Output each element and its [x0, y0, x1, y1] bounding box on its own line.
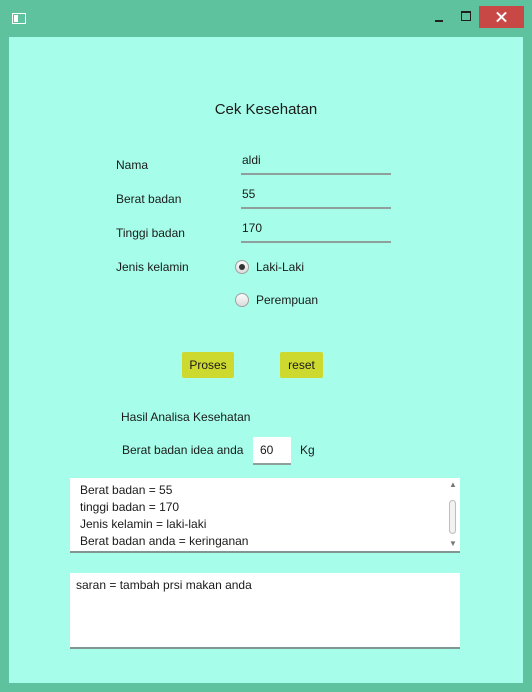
- jenis-kelamin-label: Jenis kelamin: [116, 260, 189, 274]
- nama-value: aldi: [242, 153, 261, 167]
- radio-button-icon[interactable]: [235, 260, 249, 274]
- berat-value: 55: [242, 187, 256, 201]
- reset-button[interactable]: reset: [280, 352, 323, 378]
- vertical-scrollbar[interactable]: ▲ ▼: [448, 480, 458, 548]
- saran-textarea[interactable]: saran = tambah prsi makan anda: [70, 573, 460, 649]
- radio-button-icon[interactable]: [235, 293, 249, 307]
- result-textarea[interactable]: Berat badan = 55 tinggi badan = 170 Jeni…: [70, 478, 460, 553]
- window-icon: [12, 13, 26, 24]
- result-line: Berat badan = 55: [80, 483, 173, 497]
- tinggi-input[interactable]: 170: [241, 219, 391, 243]
- app-window: Cek Kesehatan Nama aldi Berat badan 55 T…: [0, 0, 532, 692]
- scroll-up-icon[interactable]: ▲: [449, 480, 457, 489]
- hasil-heading: Hasil Analisa Kesehatan: [121, 410, 251, 424]
- radio-laki-laki-label[interactable]: Laki-Laki: [256, 260, 304, 274]
- radio-perempuan-label[interactable]: Perempuan: [256, 293, 318, 307]
- result-line: Jenis kelamin = laki-laki: [80, 517, 207, 531]
- result-line: Berat badan anda = keringanan: [80, 534, 249, 548]
- nama-label: Nama: [116, 158, 149, 172]
- nama-input[interactable]: aldi: [241, 151, 391, 175]
- scroll-thumb[interactable]: [449, 500, 456, 534]
- proses-button[interactable]: Proses: [182, 352, 234, 378]
- form-title: Cek Kesehatan: [214, 101, 318, 118]
- scroll-down-icon[interactable]: ▼: [449, 539, 457, 548]
- result-line: tinggi badan = 170: [80, 500, 180, 514]
- berat-label: Berat badan: [116, 192, 182, 206]
- form-panel: Cek Kesehatan Nama aldi Berat badan 55 T…: [9, 37, 523, 683]
- tinggi-label: Tinggi badan: [116, 226, 185, 240]
- ideal-weight-unit: Kg: [300, 443, 315, 457]
- berat-input[interactable]: 55: [241, 185, 391, 209]
- maximize-button[interactable]: [453, 6, 479, 28]
- close-button[interactable]: [479, 6, 524, 28]
- minimize-button[interactable]: [426, 6, 452, 28]
- tinggi-value: 170: [242, 221, 263, 235]
- ideal-weight-field[interactable]: 60: [253, 437, 291, 465]
- ideal-weight-label: Berat badan idea anda: [122, 443, 244, 457]
- saran-text: saran = tambah prsi makan anda: [76, 578, 252, 592]
- title-bar[interactable]: [0, 0, 532, 36]
